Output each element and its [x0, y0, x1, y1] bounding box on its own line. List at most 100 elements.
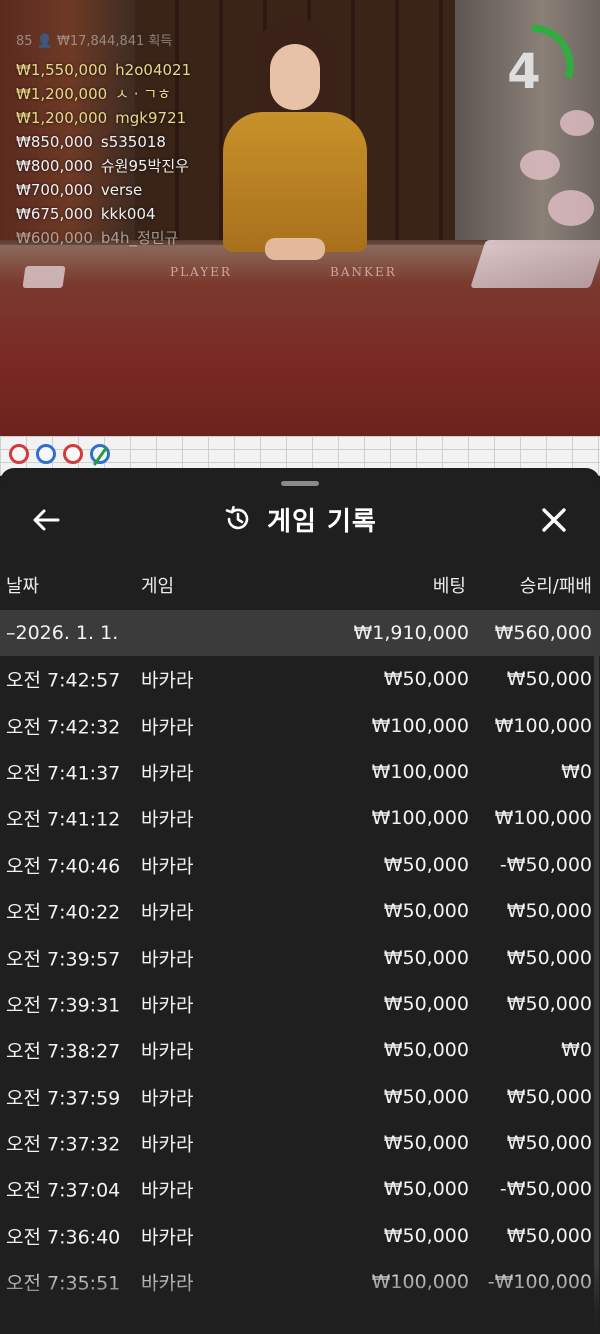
bet-amount: ₩600,000 — [16, 229, 93, 247]
back-button[interactable] — [28, 502, 64, 538]
row-game: 바카라 — [141, 1226, 194, 1249]
history-row[interactable]: 오전 7:35:51 바카라 ₩100,000 -₩100,000 — [0, 1259, 600, 1305]
history-row[interactable]: 오전 7:38:27 바카라 ₩50,000 ₩0 — [0, 1027, 600, 1073]
row-winloss: -₩50,000 — [499, 1178, 592, 1201]
road-bead — [63, 444, 83, 464]
row-bet: ₩50,000 — [383, 1039, 469, 1062]
blossom-decoration — [548, 190, 594, 226]
column-header-bet[interactable]: 베팅 — [433, 572, 466, 598]
row-time: 오전 7:42:32 — [6, 716, 121, 739]
bet-entry: ₩675,000 kkk004 — [16, 202, 191, 226]
list-scrollbar[interactable] — [594, 610, 599, 1334]
row-winloss: ₩50,000 — [506, 900, 592, 923]
row-game: 바카라 — [141, 1272, 194, 1295]
row-bet: ₩100,000 — [371, 760, 469, 783]
bet-amount: ₩1,550,000 — [16, 61, 108, 79]
drag-handle[interactable] — [281, 481, 319, 486]
row-bet: ₩100,000 — [371, 807, 469, 830]
column-header-date[interactable]: 날짜 — [6, 572, 39, 598]
dealer-hands — [265, 238, 325, 260]
history-row[interactable]: 오전 7:39:31 바카라 ₩50,000 ₩50,000 — [0, 981, 600, 1027]
history-row[interactable]: 오전 7:37:59 바카라 ₩50,000 ₩50,000 — [0, 1074, 600, 1120]
row-game: 바카라 — [141, 1087, 194, 1110]
row-time: 오전 7:39:57 — [6, 948, 121, 971]
history-row[interactable]: 오전 7:37:04 바카라 ₩50,000 -₩50,000 — [0, 1166, 600, 1212]
row-time: 오전 7:40:46 — [6, 855, 121, 878]
history-row[interactable]: 오전 7:41:12 바카라 ₩100,000 ₩100,000 — [0, 795, 600, 841]
bet-entry: ₩850,000 s535018 — [16, 130, 191, 154]
date-group-row[interactable]: –2026. 1. 1. ₩1,910,000 ₩560,000 — [0, 610, 600, 656]
history-row[interactable]: 오전 7:40:22 바카라 ₩50,000 ₩50,000 — [0, 888, 600, 934]
row-bet: ₩50,000 — [383, 900, 469, 923]
date-group-bet-total: ₩1,910,000 — [353, 622, 469, 644]
bet-amount: ₩800,000 — [16, 157, 93, 175]
row-winloss: -₩100,000 — [487, 1271, 592, 1294]
date-group-date: –2026. 1. 1. — [6, 622, 119, 644]
bet-amount: ₩1,200,000 — [16, 85, 108, 103]
bet-entry: ₩1,550,000 h2o04021 — [16, 58, 191, 82]
arrow-left-icon — [33, 509, 60, 531]
row-winloss: ₩50,000 — [506, 1132, 592, 1155]
row-time: 오전 7:35:51 — [6, 1272, 121, 1295]
bet-entry: ₩800,000 슈원95박진우 — [16, 154, 191, 178]
history-list[interactable]: –2026. 1. 1. ₩1,910,000 ₩560,000 오전 7:42… — [0, 610, 600, 1334]
history-row[interactable]: 오전 7:42:32 바카라 ₩100,000 ₩100,000 — [0, 702, 600, 748]
live-video-stream[interactable]: PLAYER BANKER 85 👤 ₩17,844,841 획득 ₩1,550… — [0, 0, 600, 436]
countdown-timer: 4 — [488, 22, 576, 110]
road-bead — [36, 444, 56, 464]
row-winloss: ₩100,000 — [494, 714, 592, 737]
row-winloss: ₩50,000 — [506, 992, 592, 1015]
row-time: 오전 7:41:37 — [6, 762, 121, 785]
dealer — [215, 18, 375, 268]
row-winloss: ₩0 — [561, 760, 592, 783]
close-button[interactable] — [536, 502, 572, 538]
history-row[interactable]: 오전 7:36:40 바카라 ₩50,000 ₩50,000 — [0, 1213, 600, 1259]
row-bet: ₩50,000 — [383, 946, 469, 969]
row-time: 오전 7:41:12 — [6, 808, 121, 831]
countdown-number: 4 — [507, 44, 541, 100]
bet-entry: ₩700,000 verse — [16, 178, 191, 202]
column-header-game[interactable]: 게임 — [141, 572, 174, 598]
history-clock-icon — [225, 505, 249, 530]
top-bets-list: ₩1,550,000 h2o04021 ₩1,200,000 ㅅ · ㄱㅎ ₩1,200… — [16, 58, 191, 250]
bet-username: kkk004 — [100, 205, 156, 223]
blossom-decoration — [520, 150, 560, 180]
row-winloss: ₩50,000 — [506, 1224, 592, 1247]
card-shoe — [470, 240, 600, 288]
date-group-winloss-total: ₩560,000 — [494, 622, 592, 644]
dealer-face — [270, 44, 320, 110]
row-winloss: ₩50,000 — [506, 1085, 592, 1108]
bets-summary: 85 👤 ₩17,844,841 획득 — [16, 34, 173, 49]
row-game: 바카라 — [141, 901, 194, 924]
history-row[interactable]: 오전 7:42:57 바카라 ₩50,000 ₩50,000 — [0, 656, 600, 702]
row-game: 바카라 — [141, 1133, 194, 1156]
row-game: 바카라 — [141, 1179, 194, 1202]
row-winloss: ₩50,000 — [506, 668, 592, 691]
bet-username: verse — [100, 181, 143, 199]
sheet-title: 게임 기록 — [267, 506, 377, 537]
bet-amount: ₩675,000 — [16, 205, 93, 223]
dealer-dress — [223, 112, 367, 252]
bet-amount: ₩1,200,000 — [16, 109, 108, 127]
bet-username: ㅅ · ㄱㅎ — [115, 85, 171, 103]
bet-username: 슈원95박진우 — [100, 157, 189, 175]
column-header-winloss[interactable]: 승리/패배 — [520, 572, 592, 598]
close-x-icon — [542, 508, 566, 532]
row-bet: ₩50,000 — [383, 1085, 469, 1108]
bet-username: b4h_정민규 — [100, 229, 179, 247]
history-row[interactable]: 오전 7:41:37 바카라 ₩100,000 ₩0 — [0, 749, 600, 795]
history-row[interactable]: 오전 7:37:32 바카라 ₩50,000 ₩50,000 — [0, 1120, 600, 1166]
row-time: 오전 7:37:59 — [6, 1087, 121, 1110]
bet-username: h2o04021 — [115, 61, 192, 79]
row-bet: ₩50,000 — [383, 1132, 469, 1155]
history-row[interactable]: 오전 7:39:57 바카라 ₩50,000 ₩50,000 — [0, 934, 600, 980]
row-game: 바카라 — [141, 1040, 194, 1063]
bet-amount: ₩700,000 — [16, 181, 93, 199]
bet-amount: ₩850,000 — [16, 133, 93, 151]
row-winloss: -₩50,000 — [499, 853, 592, 876]
row-game: 바카라 — [141, 948, 194, 971]
history-row[interactable]: 오전 7:40:46 바카라 ₩50,000 -₩50,000 — [0, 842, 600, 888]
row-game: 바카라 — [141, 716, 194, 739]
row-winloss: ₩50,000 — [506, 946, 592, 969]
sheet-header: 게임 기록 — [0, 494, 600, 544]
